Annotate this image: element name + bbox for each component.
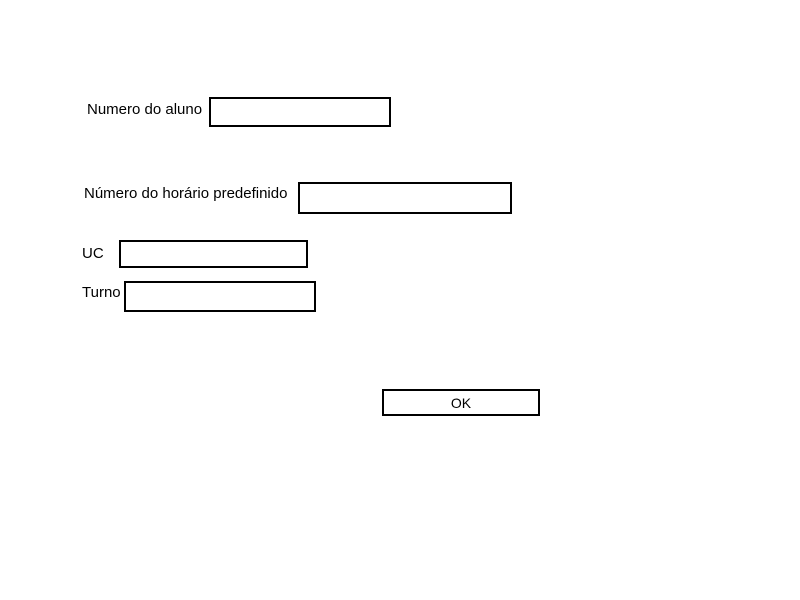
student-number-input[interactable] <box>209 97 391 127</box>
schedule-number-label: Número do horário predefinido <box>84 185 288 202</box>
student-number-label: Numero do aluno <box>87 101 203 118</box>
schedule-number-input[interactable] <box>298 182 512 214</box>
uc-input[interactable] <box>119 240 308 268</box>
shift-input[interactable] <box>124 281 316 312</box>
shift-label: Turno <box>82 284 121 301</box>
ok-button[interactable]: OK <box>382 389 540 416</box>
uc-label: UC <box>82 245 104 262</box>
